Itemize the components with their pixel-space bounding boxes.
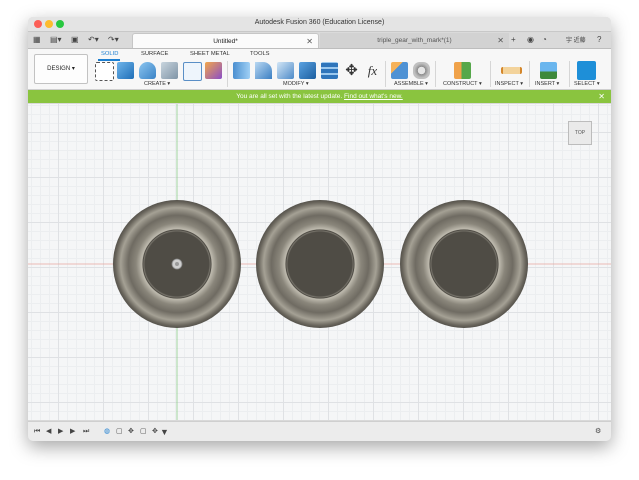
measure-icon[interactable]	[501, 67, 522, 74]
select-icon[interactable]	[577, 61, 596, 80]
new-tab-icon[interactable]: +	[511, 35, 516, 45]
step-forward-icon[interactable]: ▶	[70, 427, 75, 437]
insert-image-icon[interactable]	[540, 62, 557, 79]
separator	[435, 61, 436, 87]
redo-icon[interactable]: ↷▾	[108, 35, 119, 45]
go-to-end-icon[interactable]: ⏭	[83, 427, 89, 437]
file-menu-icon[interactable]: ▤▾	[50, 35, 62, 45]
user-account[interactable]: 宇 近藤	[566, 35, 586, 44]
create-sketch-icon[interactable]	[95, 62, 114, 81]
tab-surface[interactable]: SURFACE	[141, 51, 168, 57]
split-body-icon[interactable]	[321, 62, 338, 79]
create-base-feature-icon[interactable]	[205, 62, 222, 79]
workspace-switcher[interactable]: DESIGN ▾	[34, 54, 88, 84]
tab-triple-gear-label: triple_gear_with_mark*(1)	[377, 37, 452, 44]
whats-new-link[interactable]: Find out what's new.	[344, 93, 403, 100]
copy-feature-icon[interactable]: ▢	[140, 427, 147, 437]
separator	[227, 61, 228, 87]
viewport-graphics	[28, 104, 611, 420]
model-canvas[interactable]: TOP	[28, 104, 611, 420]
shell-icon[interactable]	[161, 62, 178, 79]
tab-untitled-label: Untitled*	[213, 38, 238, 45]
pattern-feature-icon[interactable]: ✥	[152, 427, 158, 437]
torus-2[interactable]	[256, 200, 384, 328]
joint-icon[interactable]	[413, 62, 430, 79]
modify-menu[interactable]: MODIFY ▾	[283, 81, 309, 87]
press-pull-icon[interactable]	[233, 62, 250, 79]
active-tab-indicator	[98, 59, 120, 61]
insert-menu[interactable]: INSERT ▾	[535, 81, 559, 87]
update-banner-message: You are all set with the latest update. …	[28, 90, 611, 103]
origin-icon[interactable]	[171, 258, 183, 270]
tab-solid[interactable]: SOLID	[101, 51, 118, 57]
construct-menu[interactable]: CONSTRUCT ▾	[443, 81, 482, 87]
sketch-feature-icon[interactable]: ◍	[104, 427, 110, 437]
window-title: Autodesk Fusion 360 (Education License)	[254, 19, 385, 26]
view-cube[interactable]: TOP	[568, 121, 592, 145]
step-back-icon[interactable]: ◀	[46, 427, 51, 437]
form-icon[interactable]	[183, 62, 202, 81]
close-tab-icon[interactable]: ✕	[497, 33, 504, 48]
banner-text: You are all set with the latest update.	[236, 93, 343, 100]
inspect-menu[interactable]: INSPECT ▾	[495, 81, 523, 87]
separator	[529, 61, 530, 87]
torus-3[interactable]	[400, 200, 528, 328]
save-icon[interactable]: ▣	[71, 35, 79, 45]
separator	[569, 61, 570, 87]
separator	[490, 61, 491, 87]
fusion-window: Autodesk Fusion 360 (Education License) …	[28, 17, 611, 441]
new-component-icon[interactable]	[391, 62, 408, 79]
tab-sheet-metal[interactable]: SHEET METAL	[190, 51, 230, 57]
app-grid-icon[interactable]: ▦	[33, 35, 41, 45]
separator	[385, 61, 386, 87]
timeline: ⏮ ◀ ▶ ▶ ⏭ ◍ ▢ ✥ ▢ ✥ ▼ ⚙	[28, 421, 611, 441]
move-copy-icon[interactable]: ✥	[343, 62, 360, 79]
combine-icon[interactable]	[299, 62, 316, 79]
banner-close-icon[interactable]: ✕	[598, 90, 605, 103]
extrude-feature-icon[interactable]: ▢	[116, 427, 123, 437]
help-icon[interactable]: ?	[597, 35, 601, 45]
tab-untitled[interactable]: Untitled* ✕	[132, 33, 319, 48]
extrude-icon[interactable]	[117, 62, 134, 79]
tab-triple-gear[interactable]: triple_gear_with_mark*(1) ✕	[320, 33, 509, 48]
parameters-icon[interactable]: fx	[364, 62, 381, 79]
fillet-icon[interactable]	[255, 62, 272, 79]
revolve-icon[interactable]	[139, 62, 156, 79]
title-bar: Autodesk Fusion 360 (Education License)	[28, 17, 611, 32]
document-tab-bar: ▦ ▤▾ ▣ ↶▾ ↷▾ Untitled* ✕ triple_gear_wit…	[28, 32, 611, 49]
assemble-menu[interactable]: ASSEMBLE ▾	[394, 81, 428, 87]
chamfer-icon[interactable]	[277, 62, 294, 79]
undo-icon[interactable]: ↶▾	[88, 35, 99, 45]
play-icon[interactable]: ▶	[58, 427, 63, 437]
tab-tools[interactable]: TOOLS	[250, 51, 270, 57]
offset-plane-icon[interactable]	[454, 62, 471, 79]
select-menu[interactable]: SELECT ▾	[574, 81, 600, 87]
timeline-marker-icon[interactable]: ▼	[160, 427, 169, 437]
go-to-start-icon[interactable]: ⏮	[34, 427, 40, 437]
close-tab-icon[interactable]: ✕	[306, 34, 313, 49]
move-feature-icon[interactable]: ✥	[128, 427, 134, 437]
update-banner: You are all set with the latest update. …	[28, 90, 611, 103]
toolbar: DESIGN ▾ SOLID SURFACE SHEET METAL TOOLS…	[28, 49, 611, 90]
timeline-settings-icon[interactable]: ⚙	[595, 427, 601, 437]
create-menu[interactable]: CREATE ▾	[144, 81, 170, 87]
extensions-icon[interactable]: ◉	[527, 35, 534, 45]
job-status-icon[interactable]: ◔	[542, 35, 547, 45]
